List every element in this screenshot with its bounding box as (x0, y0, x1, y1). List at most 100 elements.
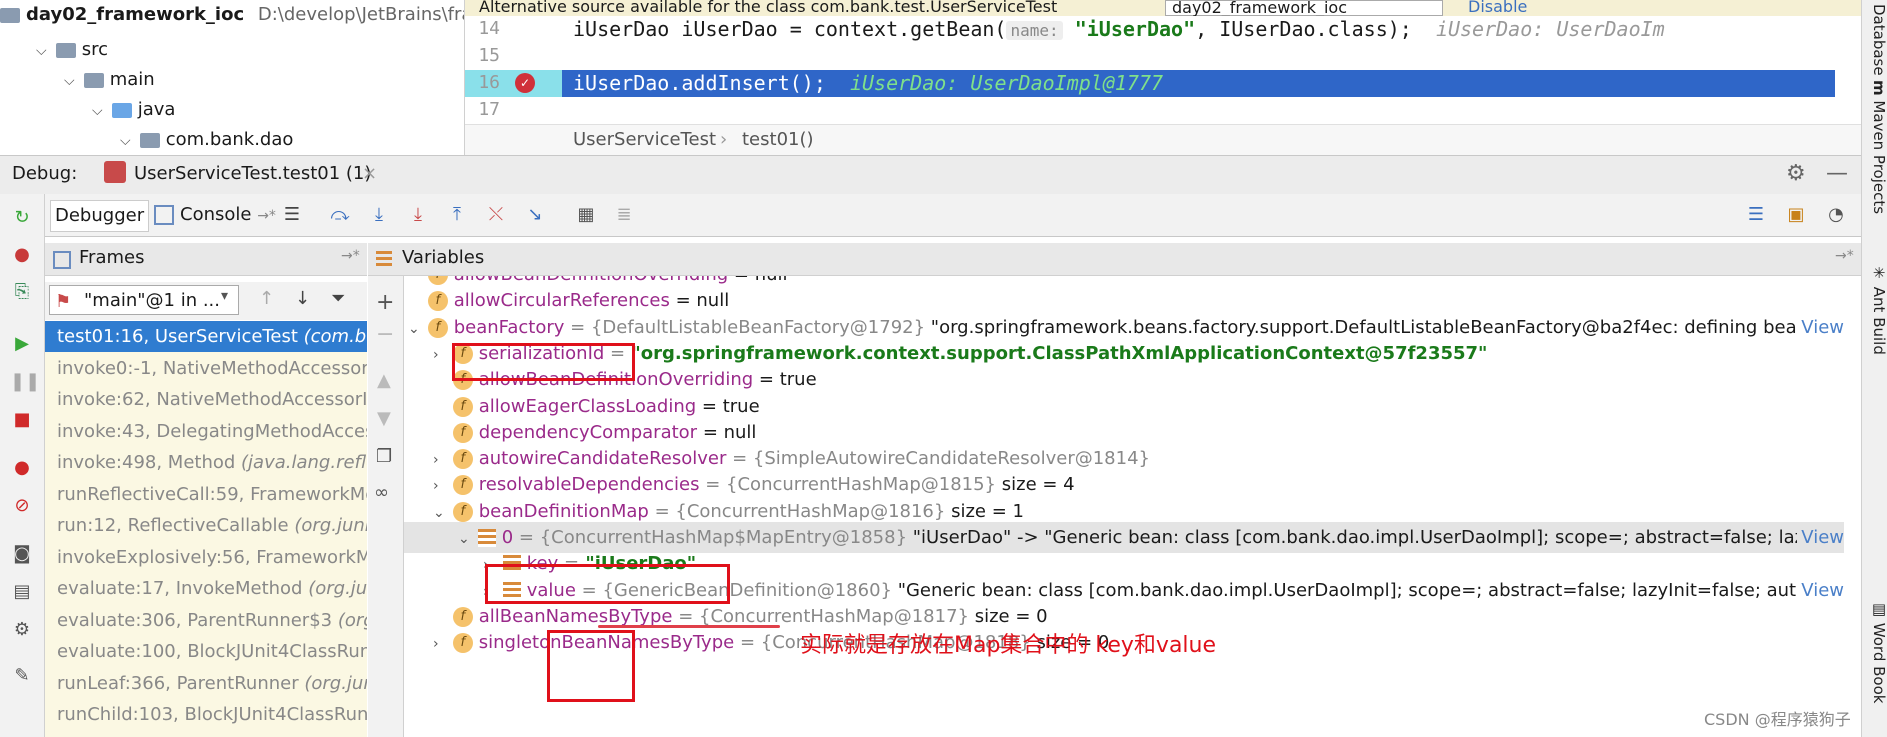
frame-item[interactable]: runReflectiveCall:59, FrameworkMet (45, 479, 367, 510)
step-over-icon[interactable]: ⤓ (367, 203, 391, 227)
debugger-toolbar: Debugger Console →* ☰ ⤼ ⤓ ⤓ ⤒ ⤬ ↘ ▦ ≣ ☰ … (0, 194, 1861, 237)
restore-icon[interactable]: ▤ (10, 580, 34, 604)
disable-link[interactable]: Disable (1468, 0, 1527, 15)
evaluate-icon[interactable]: ▦ (574, 203, 598, 227)
resume-icon[interactable]: ▶ (10, 332, 34, 356)
frame-item[interactable]: test01:16, UserServiceTest (com.ban (45, 321, 367, 352)
move-down-icon[interactable]: ▼ (377, 408, 391, 429)
pin-icon[interactable]: ✎ (10, 664, 34, 688)
frame-item[interactable]: runChild:103, BlockJUnit4ClassRunn (45, 699, 367, 730)
variable-name: 0 (501, 527, 514, 548)
frame-item[interactable]: evaluate:100, BlockJUnit4ClassRunne (45, 636, 367, 667)
inline-debug-value: iUserDao: UserDaoIm (1435, 17, 1665, 41)
side-tab-maven[interactable]: m Maven Projects (1862, 80, 1887, 214)
view-breakpoints-icon[interactable]: ● (10, 456, 34, 480)
side-tab-wordbook-label: Word Book (1870, 622, 1887, 704)
restore-layout-icon[interactable]: ▣ (1784, 203, 1808, 227)
variables-pin-icon[interactable]: →* (1835, 248, 1854, 264)
code-line[interactable]: iUserDao iUserDao = context.getBean(name… (573, 17, 1665, 41)
trace-icon[interactable]: ≣ (612, 203, 636, 227)
frame-item[interactable]: evaluate:306, ParentRunner$3 (org.j (45, 605, 367, 636)
chevron-right-icon[interactable]: › (433, 629, 447, 660)
frame-item[interactable]: runLeaf:366, ParentRunner (org.juni (45, 668, 367, 699)
frame-item[interactable]: invoke:62, NativeMethodAccessorIm (45, 384, 367, 415)
tree-item[interactable]: ⌵ main (64, 65, 155, 95)
step-into-icon[interactable]: ⤓ (406, 203, 430, 227)
field-icon: f (452, 449, 473, 470)
variables-header: Variables →* (368, 243, 1861, 276)
filter-icon[interactable]: ⏷ (331, 288, 345, 309)
frames-list: test01:16, UserServiceTest (com.baninvok… (45, 321, 367, 737)
rerun-failed-icon[interactable]: ● (10, 243, 34, 267)
chevron-down-icon[interactable]: ⌵ (120, 126, 134, 155)
variable-value: "Generic bean: class [com.bank.dao.impl.… (891, 579, 1835, 601)
variable-ref: = {ConcurrentHashMap@1815} (705, 474, 997, 496)
tree-item[interactable]: ⌵ java (92, 95, 175, 125)
entry-icon (477, 529, 496, 547)
frame-item[interactable]: run:12, ReflectiveCallable (org.junit. (45, 510, 367, 541)
side-tab-wordbook[interactable]: ▤ Word Book (1862, 600, 1887, 703)
infinity-icon[interactable]: ∞ (374, 482, 389, 503)
rerun-icon[interactable]: ↻ (10, 206, 34, 230)
variable-name: allowCircularReferences (453, 290, 670, 312)
tree-item[interactable]: ⌵ src (36, 35, 108, 65)
run-to-cursor-icon[interactable]: ↘ (523, 203, 547, 227)
menu-icon[interactable]: ☰ (280, 203, 304, 227)
frame-item[interactable]: invoke:498, Method (java.lang.reflec (45, 447, 367, 478)
settings-icon[interactable]: ◔ (1824, 203, 1848, 227)
gear-icon[interactable]: ⚙ (10, 618, 34, 642)
annotation-text: 实际就是存放在Map集合中的 key和value (800, 633, 1217, 658)
module-icon (0, 7, 20, 23)
chevron-down-icon[interactable]: ⌵ (64, 66, 78, 96)
camera-icon[interactable]: ◙ (10, 542, 34, 566)
frame-item[interactable]: invoke0:-1, NativeMethodAccessorIm (45, 353, 367, 384)
minimize-icon[interactable]: — (1826, 161, 1848, 186)
copy-icon[interactable]: ❐ (376, 446, 392, 467)
chevron-down-icon[interactable]: ⌵ (36, 36, 50, 66)
side-tab-ant[interactable]: ✳ Ant Build (1862, 264, 1887, 355)
mute-breakpoints-icon[interactable]: ⊘ (10, 494, 34, 518)
show-execution-point-icon[interactable]: ⤼ (328, 203, 352, 227)
tab-debugger[interactable]: Debugger (50, 200, 150, 232)
highlight-beandefinitionmap (485, 564, 730, 604)
stop-icon[interactable]: ■ (10, 408, 34, 432)
down-arrow-icon[interactable]: ↓ (295, 288, 310, 309)
thread-icon: ⚑ (55, 291, 72, 312)
frame-item[interactable]: invoke:43, DelegatingMethodAccess (45, 416, 367, 447)
breakpoint-icon[interactable]: ✓ (515, 73, 535, 93)
tab-console[interactable]: Console →* (148, 200, 282, 230)
project-root[interactable]: day02_framework_ioc D:\develop\JetBrains… (0, 0, 464, 30)
frame-item[interactable]: invokeExplosively:56, FrameworkMe (45, 542, 367, 573)
source-banner: Alternative source available for the cla… (465, 0, 1861, 16)
breadcrumb-method[interactable]: test01() (742, 129, 814, 150)
up-arrow-icon[interactable]: ↑ (259, 288, 274, 309)
drop-frame-icon[interactable]: ⤬ (484, 203, 508, 227)
add-watch-icon[interactable]: + (376, 290, 394, 315)
tree-item[interactable]: ⌵ com.bank.dao (120, 125, 293, 155)
step-out-icon[interactable]: ⤒ (445, 203, 469, 227)
variable-ref: = {ConcurrentHashMap$MapEntry@1858} (518, 527, 908, 548)
variable-value: = true (701, 395, 760, 417)
line-number: 16 (478, 72, 500, 93)
frame-item[interactable]: evaluate:17, InvokeMethod (org.juni (45, 573, 367, 604)
remove-watch-icon[interactable]: − (376, 322, 394, 347)
debug-tab[interactable]: UserServiceTest.test01 (1) (134, 163, 371, 184)
banner-select[interactable]: day02_framework_ioc (1165, 0, 1443, 16)
frames-header: Frames →* (45, 243, 367, 276)
move-up-icon[interactable]: ▲ (377, 370, 391, 391)
debug-header: Debug: UserServiceTest.test01 (1) × ⚙ — (0, 155, 1861, 195)
toggle-icon[interactable]: ⎘ (10, 280, 34, 304)
close-tab-icon[interactable]: × (362, 163, 377, 184)
code-line[interactable]: iUserDao.addInsert(); iUserDao: UserDaoI… (573, 71, 1163, 95)
layout-icon[interactable]: ☰ (1744, 203, 1768, 227)
side-tab-database[interactable]: Database (1862, 4, 1887, 76)
gear-icon[interactable]: ⚙ (1786, 161, 1806, 186)
chevron-down-icon[interactable]: ⌵ (92, 96, 106, 126)
breadcrumb-class[interactable]: UserServiceTest (573, 129, 716, 150)
pause-icon[interactable]: ❚❚ (10, 370, 40, 394)
tree-item-label: main (109, 69, 155, 90)
thread-select[interactable]: "main"@1 in ... (49, 285, 239, 315)
variable-name: allBeanNamesByType (478, 605, 673, 627)
folder-icon (111, 102, 132, 118)
frames-pin-icon[interactable]: →* (341, 248, 360, 264)
